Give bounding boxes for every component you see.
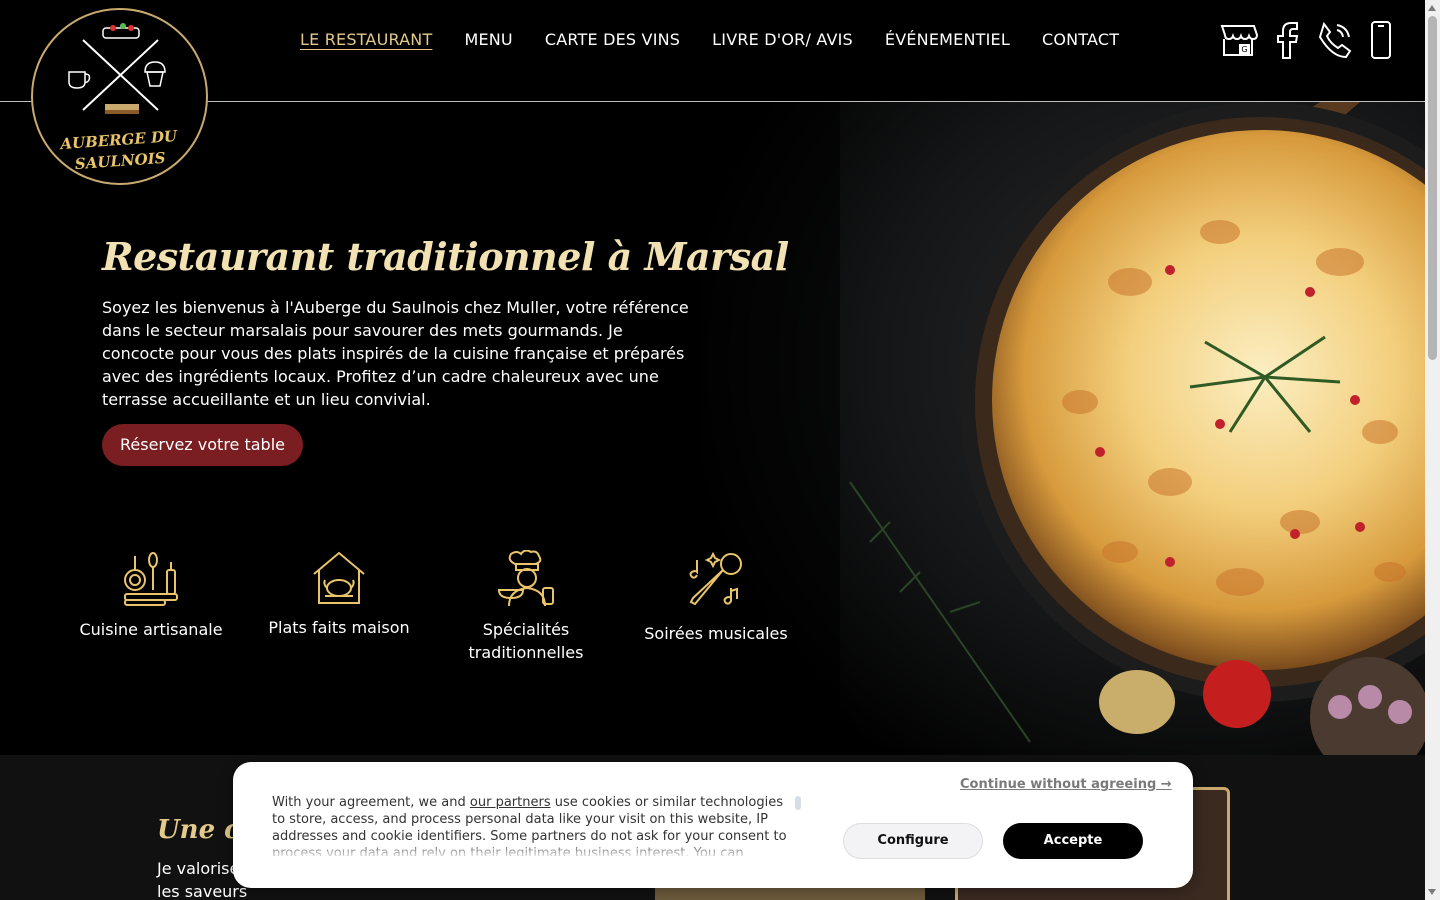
nav-item-contact[interactable]: CONTACT (1042, 30, 1119, 49)
cookware-icon (124, 552, 178, 606)
nav-item-menu[interactable]: MENU (464, 30, 512, 49)
cookie-text-scrollbar[interactable] (795, 796, 801, 810)
feature-label: Cuisine artisanale (79, 620, 223, 639)
scroll-thumb[interactable] (1428, 16, 1437, 360)
configure-button[interactable]: Configure (843, 823, 983, 859)
logo-text-line2: SAULNOIS (74, 148, 167, 174)
nav-item-carte-des-vins[interactable]: CARTE DES VINS (545, 30, 680, 49)
gratin-dish-image (700, 102, 1425, 755)
cookie-text-fade (263, 840, 803, 860)
continue-without-agreeing-link[interactable]: Continue without agreeing → (960, 777, 1172, 792)
nav-item-livre-dor-avis[interactable]: LIVRE D'OR/ AVIS (712, 30, 853, 49)
facebook-icon[interactable] (1272, 20, 1302, 60)
page-scrollbar[interactable] (1425, 0, 1440, 900)
header-icons: G (1218, 20, 1394, 60)
feature-specialites-traditionnelles: Spécialités traditionnelles (441, 550, 611, 664)
feature-label: Soirées musicales (644, 624, 788, 643)
google-business-icon[interactable]: G (1218, 20, 1258, 60)
hero-title: Restaurant traditionnel à Marsal (102, 234, 789, 279)
feature-cuisine-artisanale: Cuisine artisanale (66, 550, 236, 641)
nav-item-evenementiel[interactable]: ÉVÉNEMENTIEL (885, 30, 1010, 49)
microphone-icon (689, 551, 742, 606)
chef-icon (497, 550, 554, 607)
hero-intro-text: Soyez les bienvenus à l'Auberge du Sauln… (102, 298, 689, 409)
our-partners-link[interactable]: our partners (470, 795, 551, 810)
nav-item-le-restaurant[interactable]: LE RESTAURANT (300, 30, 432, 49)
cookie-consent-banner: With your agreement, we and our partners… (233, 762, 1193, 888)
house-roast-icon (313, 551, 365, 604)
site-logo[interactable]: AUBERGE DU SAULNOIS (31, 8, 208, 185)
mobile-icon[interactable] (1368, 20, 1394, 60)
site-header: LE RESTAURANT MENU CARTE DES VINS LIVRE … (0, 0, 1425, 102)
feature-plats-faits-maison: Plats faits maison (254, 550, 424, 639)
feature-label: Plats faits maison (268, 618, 410, 637)
scroll-up-arrow[interactable] (1428, 5, 1436, 11)
feature-soirees-musicales: Soirées musicales (631, 550, 801, 645)
reserve-table-button[interactable]: Réservez votre table (102, 424, 303, 466)
scroll-down-arrow[interactable] (1428, 889, 1436, 895)
phone-icon[interactable] (1316, 20, 1354, 60)
hero-section: Restaurant traditionnel à Marsal Soyez l… (0, 102, 1425, 755)
main-nav: LE RESTAURANT MENU CARTE DES VINS LIVRE … (300, 30, 1119, 49)
svg-text:G: G (1241, 45, 1247, 54)
accept-button[interactable]: Accepte (1003, 823, 1143, 859)
cookie-text-part: With your agreement, we and (272, 795, 470, 810)
feature-label: Spécialités traditionnelles (468, 620, 584, 662)
